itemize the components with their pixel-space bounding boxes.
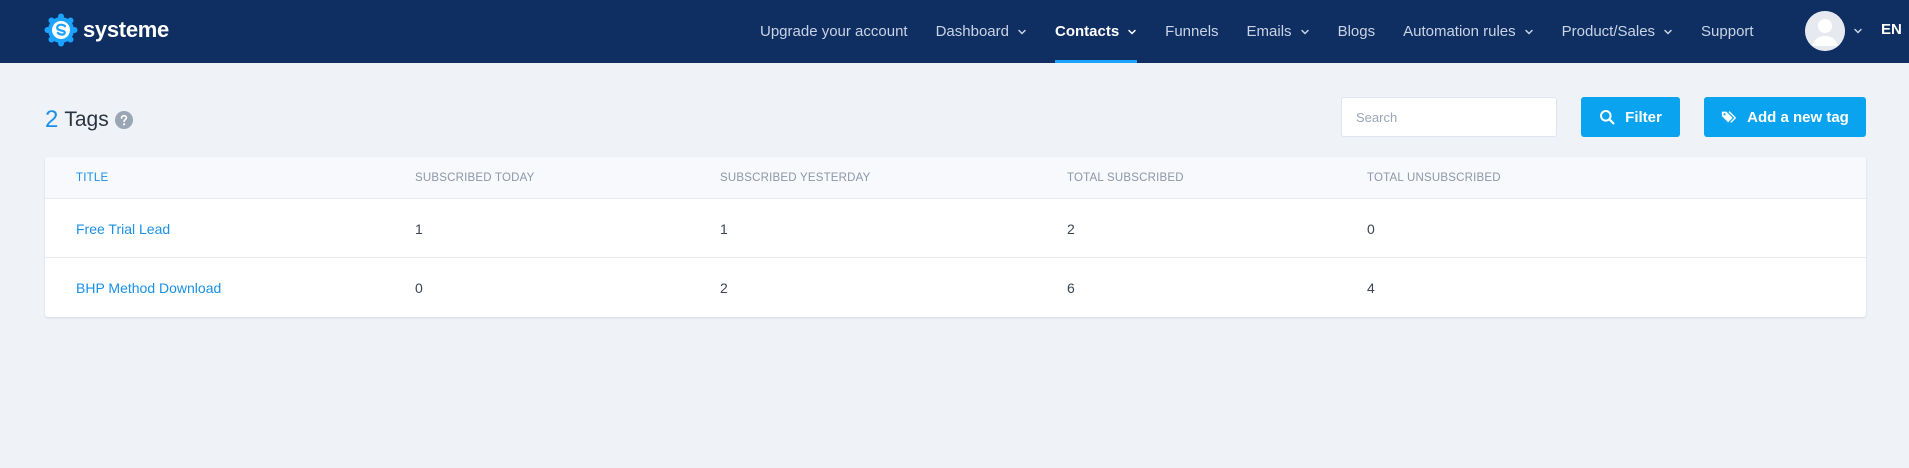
nav-item-automation-rules[interactable]: Automation rules (1389, 0, 1548, 63)
nav-item-product-sales[interactable]: Product/Sales (1548, 0, 1687, 63)
nav-item-label: Blogs (1337, 23, 1376, 40)
subscribed-yesterday-value: 2 (720, 280, 728, 296)
chevron-down-icon (1128, 29, 1136, 35)
tag-title-link[interactable]: BHP Method Download (76, 280, 221, 296)
nav-item-contacts[interactable]: Contacts (1041, 0, 1151, 63)
user-avatar-icon (1805, 11, 1845, 51)
nav-item-support[interactable]: Support (1687, 0, 1768, 63)
tags-table: TITLE SUBSCRIBED TODAY SUBSCRIBED YESTER… (45, 157, 1866, 317)
total-unsubscribed-value: 0 (1367, 221, 1375, 237)
table-header: TITLE SUBSCRIBED TODAY SUBSCRIBED YESTER… (45, 157, 1866, 199)
column-header-subscribed-today: SUBSCRIBED TODAY (415, 172, 535, 184)
main-nav: Upgrade your account Dashboard Contacts Fun… (746, 0, 1768, 63)
nav-item-label: Support (1701, 23, 1754, 40)
column-header-total-subscribed: TOTAL SUBSCRIBED (1067, 172, 1184, 184)
chevron-down-icon (1300, 29, 1309, 35)
help-icon[interactable] (114, 111, 133, 129)
chevron-down-icon (1018, 29, 1026, 35)
nav-item-label: Contacts (1054, 23, 1120, 40)
account-menu[interactable] (1805, 10, 1863, 52)
column-header-title[interactable]: TITLE (76, 172, 108, 184)
subscribed-today-value: 0 (415, 280, 423, 296)
subscribed-yesterday-value: 1 (720, 221, 728, 237)
nav-item-label: Funnels (1165, 23, 1219, 40)
language-selector[interactable]: EN (1881, 21, 1902, 38)
chevron-down-icon (1524, 29, 1533, 35)
add-tag-button-label: Add a new tag (1747, 108, 1849, 126)
filter-button[interactable]: Filter (1581, 97, 1680, 137)
tag-count: 2 (45, 106, 59, 133)
nav-item-funnels[interactable]: Funnels (1151, 0, 1232, 63)
systeme-logo-icon (44, 13, 78, 47)
tags-icon (1722, 111, 1737, 123)
search-icon (1600, 110, 1615, 125)
tag-title-link[interactable]: Free Trial Lead (76, 221, 170, 237)
page-title-text: Tags (64, 108, 109, 131)
filter-button-label: Filter (1625, 108, 1662, 126)
subscribed-today-value: 1 (415, 221, 423, 237)
avatar[interactable] (1805, 11, 1845, 51)
total-subscribed-value: 2 (1067, 221, 1075, 237)
column-header-subscribed-yesterday: SUBSCRIBED YESTERDAY (720, 172, 871, 184)
search-input[interactable] (1341, 97, 1557, 137)
nav-item-blogs[interactable]: Blogs (1324, 0, 1390, 63)
nav-item-label: Automation rules (1403, 23, 1516, 40)
chevron-down-icon (1664, 29, 1672, 35)
nav-item-emails[interactable]: Emails (1233, 0, 1324, 63)
total-unsubscribed-value: 4 (1367, 280, 1375, 296)
table-row: BHP Method Download 0 2 6 4 (45, 258, 1866, 317)
nav-item-label: Emails (1246, 23, 1292, 40)
brand-logo[interactable]: systeme (44, 13, 169, 47)
add-tag-button[interactable]: Add a new tag (1704, 97, 1866, 137)
column-header-total-unsubscribed: TOTAL UNSUBSCRIBED (1367, 172, 1501, 184)
nav-item-label: Dashboard (935, 23, 1009, 40)
total-subscribed-value: 6 (1067, 280, 1075, 296)
nav-item-label: Product/Sales (1561, 23, 1656, 40)
brand-name: systeme (83, 17, 169, 42)
table-row: Free Trial Lead 1 1 2 0 (45, 199, 1866, 258)
nav-item-label: Upgrade your account (760, 23, 908, 40)
top-navbar: systeme Upgrade your account Dashboard Con… (0, 0, 1909, 63)
nav-item-upgrade-your-account[interactable]: Upgrade your account (746, 0, 922, 63)
chevron-down-icon (1854, 28, 1862, 34)
page-title: 2 Tags (45, 106, 133, 134)
nav-item-dashboard[interactable]: Dashboard (922, 0, 1041, 63)
